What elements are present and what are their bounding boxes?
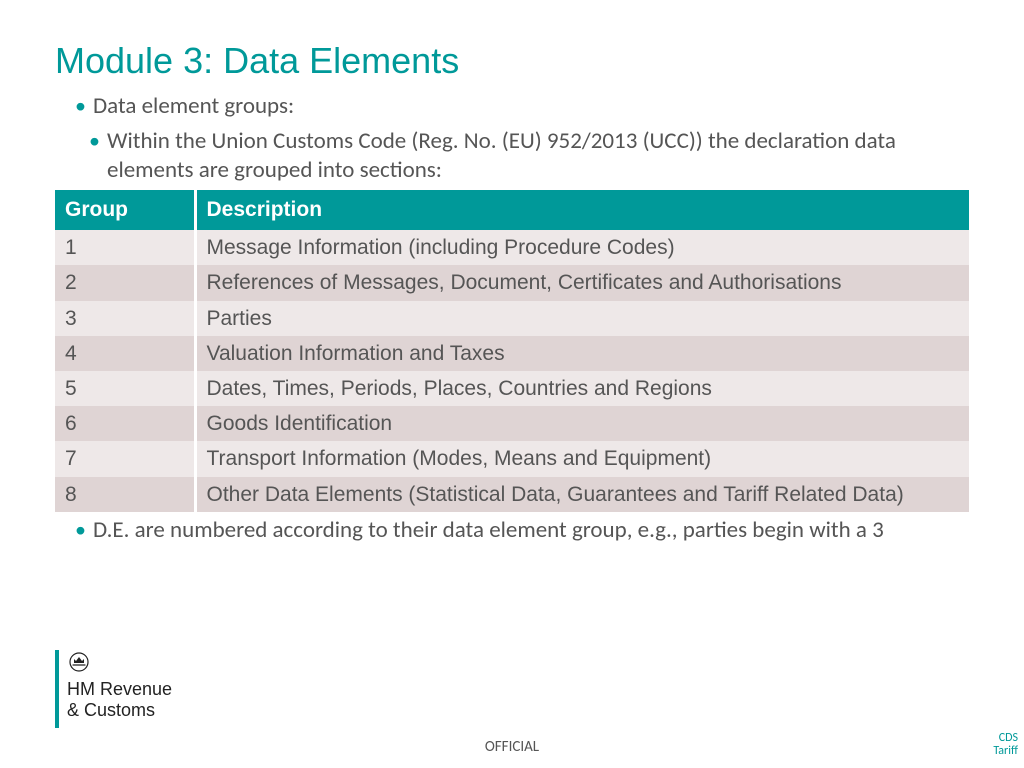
cell-group: 1 — [55, 230, 195, 265]
side-note: CDS Tariff — [984, 732, 1018, 758]
cell-description: Other Data Elements (Statistical Data, G… — [195, 477, 969, 512]
table-row: 2 References of Messages, Document, Cert… — [55, 265, 969, 300]
table-header-description: Description — [195, 190, 969, 230]
cell-group: 8 — [55, 477, 195, 512]
cell-description: Transport Information (Modes, Means and … — [195, 441, 969, 476]
cell-description: Dates, Times, Periods, Places, Countries… — [195, 371, 969, 406]
classification-label: OFFICIAL — [0, 738, 1024, 756]
table-row: 3 Parties — [55, 301, 969, 336]
logo-text-line1: HM Revenue — [67, 679, 172, 700]
crown-icon — [67, 650, 172, 677]
cell-description: Message Information (including Procedure… — [195, 230, 969, 265]
page-title: Module 3: Data Elements — [55, 40, 969, 82]
table-row: 8 Other Data Elements (Statistical Data,… — [55, 477, 969, 512]
table-row: 5 Dates, Times, Periods, Places, Countri… — [55, 371, 969, 406]
table-row: 7 Transport Information (Modes, Means an… — [55, 441, 969, 476]
table-row: 4 Valuation Information and Taxes — [55, 336, 969, 371]
logo-text-line2: & Customs — [67, 700, 172, 721]
cell-description: Goods Identification — [195, 406, 969, 441]
cell-group: 3 — [55, 301, 195, 336]
cell-group: 2 — [55, 265, 195, 300]
data-element-groups-table: Group Description 1 Message Information … — [55, 190, 969, 512]
bullet-item: Data element groups: — [75, 92, 969, 121]
table-header-row: Group Description — [55, 190, 969, 230]
table-row: 6 Goods Identification — [55, 406, 969, 441]
cell-group: 5 — [55, 371, 195, 406]
table-row: 1 Message Information (including Procedu… — [55, 230, 969, 265]
cell-group: 4 — [55, 336, 195, 371]
logo-accent-bar — [55, 650, 59, 728]
cell-description: References of Messages, Document, Certif… — [195, 265, 969, 300]
bullet-item: Within the Union Customs Code (Reg. No. … — [89, 127, 969, 185]
cell-description: Parties — [195, 301, 969, 336]
bullet-item: D.E. are numbered according to their dat… — [75, 516, 969, 545]
cell-group: 6 — [55, 406, 195, 441]
cell-description: Valuation Information and Taxes — [195, 336, 969, 371]
cell-group: 7 — [55, 441, 195, 476]
table-header-group: Group — [55, 190, 195, 230]
hmrc-logo: HM Revenue & Customs — [55, 650, 172, 728]
